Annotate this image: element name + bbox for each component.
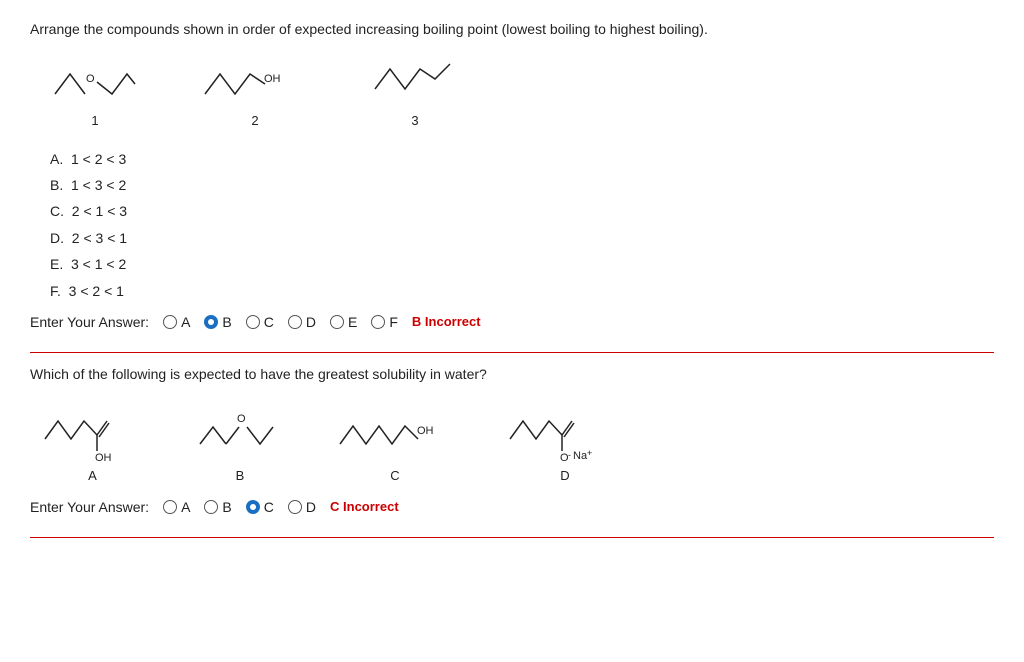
radio-C-1[interactable]: C bbox=[246, 314, 274, 330]
svg-text:O: O bbox=[237, 413, 246, 425]
radio-label-C-2: C bbox=[264, 499, 274, 515]
radio-D-1[interactable]: D bbox=[288, 314, 316, 330]
option-F: F. 3 < 2 < 1 bbox=[50, 280, 994, 302]
svg-text:+: + bbox=[587, 448, 592, 458]
radio-label-A-2: A bbox=[181, 499, 190, 515]
compounds-row-2: OH A O B OH C bbox=[40, 399, 994, 483]
radio-circle-E-1[interactable] bbox=[330, 315, 344, 329]
compound-3: 3 bbox=[370, 54, 460, 128]
svg-text:-: - bbox=[568, 450, 571, 460]
divider-2 bbox=[30, 537, 994, 538]
svg-text:O: O bbox=[86, 73, 95, 85]
option-A: A. 1 < 2 < 3 bbox=[50, 148, 994, 170]
radio-E-1[interactable]: E bbox=[330, 314, 357, 330]
compound-A: OH A bbox=[40, 399, 145, 483]
radio-B-1[interactable]: B bbox=[204, 314, 231, 330]
radio-circle-D-2[interactable] bbox=[288, 500, 302, 514]
compound-B-label: B bbox=[236, 468, 245, 483]
answer-label-1: Enter Your Answer: bbox=[30, 314, 149, 330]
radio-circle-D-1[interactable] bbox=[288, 315, 302, 329]
compound-1-label: 1 bbox=[91, 113, 98, 128]
svg-text:OH: OH bbox=[417, 425, 434, 437]
radio-label-D-2: D bbox=[306, 499, 316, 515]
radio-circle-A-2[interactable] bbox=[163, 500, 177, 514]
option-D: D. 2 < 3 < 1 bbox=[50, 227, 994, 249]
radio-label-C-1: C bbox=[264, 314, 274, 330]
answer-row-1: Enter Your Answer: A B C D E F B Incorre… bbox=[30, 314, 994, 330]
question-1-block: Arrange the compounds shown in order of … bbox=[30, 20, 994, 340]
radio-circle-B-2[interactable] bbox=[204, 500, 218, 514]
radio-circle-F-1[interactable] bbox=[371, 315, 385, 329]
divider-1 bbox=[30, 352, 994, 353]
question-2-block: Which of the following is expected to ha… bbox=[30, 365, 994, 525]
radio-A-2[interactable]: A bbox=[163, 499, 190, 515]
option-E: E. 3 < 1 < 2 bbox=[50, 253, 994, 275]
radio-F-1[interactable]: F bbox=[371, 314, 398, 330]
compound-3-label: 3 bbox=[411, 113, 418, 128]
compounds-row-1: O 1 OH 2 3 bbox=[50, 54, 994, 128]
feedback-1: B Incorrect bbox=[412, 314, 481, 329]
radio-circle-C-1[interactable] bbox=[246, 315, 260, 329]
answer-label-2: Enter Your Answer: bbox=[30, 499, 149, 515]
compound-A-label: A bbox=[88, 468, 97, 483]
radio-circle-A-1[interactable] bbox=[163, 315, 177, 329]
radio-label-A-1: A bbox=[181, 314, 190, 330]
svg-text:OH: OH bbox=[95, 452, 112, 464]
radio-label-F-1: F bbox=[389, 314, 398, 330]
option-B: B. 1 < 3 < 2 bbox=[50, 174, 994, 196]
compound-B: O B bbox=[195, 399, 285, 483]
radio-B-2[interactable]: B bbox=[204, 499, 231, 515]
svg-text:Na: Na bbox=[573, 450, 588, 462]
compound-C: OH C bbox=[335, 404, 455, 483]
radio-C-2[interactable]: C bbox=[246, 499, 274, 515]
question-2-text: Which of the following is expected to ha… bbox=[30, 365, 994, 385]
options-list-1: A. 1 < 2 < 3 B. 1 < 3 < 2 C. 2 < 1 < 3 D… bbox=[50, 148, 994, 302]
radio-label-B-2: B bbox=[222, 499, 231, 515]
radio-label-B-1: B bbox=[222, 314, 231, 330]
compound-2-label: 2 bbox=[251, 113, 258, 128]
option-C: C. 2 < 1 < 3 bbox=[50, 200, 994, 222]
radio-label-D-1: D bbox=[306, 314, 316, 330]
radio-circle-C-2[interactable] bbox=[246, 500, 260, 514]
feedback-2: C Incorrect bbox=[330, 499, 399, 514]
svg-text:OH: OH bbox=[264, 73, 281, 85]
compound-C-label: C bbox=[390, 468, 399, 483]
compound-2: OH 2 bbox=[200, 54, 310, 128]
compound-D-label: D bbox=[560, 468, 569, 483]
compound-1: O 1 bbox=[50, 54, 140, 128]
answer-row-2: Enter Your Answer: A B C D C Incorrect bbox=[30, 499, 994, 515]
compound-D: O - Na + D bbox=[505, 399, 625, 483]
radio-A-1[interactable]: A bbox=[163, 314, 190, 330]
radio-label-E-1: E bbox=[348, 314, 357, 330]
radio-D-2[interactable]: D bbox=[288, 499, 316, 515]
question-1-text: Arrange the compounds shown in order of … bbox=[30, 20, 994, 40]
radio-circle-B-1[interactable] bbox=[204, 315, 218, 329]
